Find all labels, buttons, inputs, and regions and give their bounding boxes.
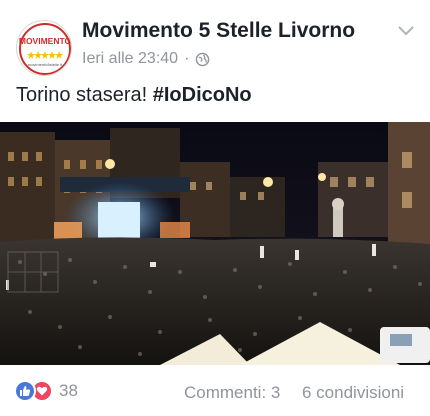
chevron-down-icon[interactable] (396, 24, 416, 38)
like-icon (14, 380, 36, 402)
m5s-logo: MOVIMENTO movimento5stelle.it (18, 22, 72, 75)
shares-count-link[interactable]: 6 condivisioni (302, 383, 404, 403)
page-name[interactable]: Movimento 5 Stelle Livorno (82, 19, 355, 43)
reactions-count: 38 (59, 381, 78, 400)
post-footer: 38 Commenti: 3 6 condivisioni (0, 372, 430, 412)
meta-separator: · (184, 50, 190, 67)
comments-count-link[interactable]: Commenti: 3 (184, 383, 280, 403)
logo-word: MOVIMENTO (19, 36, 72, 46)
post-photo[interactable] (0, 122, 430, 365)
crowd-photo (0, 122, 430, 365)
post-text: Torino stasera! #IoDicoNo (16, 84, 252, 107)
logo-url: movimento5stelle.it (28, 62, 63, 67)
reactions-summary[interactable]: 38 (14, 380, 78, 402)
post-timestamp[interactable]: Ieri alle 23:40 (82, 50, 178, 68)
post-meta: Ieri alle 23:40 · (82, 50, 210, 68)
globe-icon (196, 52, 210, 66)
post-text-body: Torino stasera! (16, 84, 153, 106)
page-avatar[interactable]: MOVIMENTO movimento5stelle.it (16, 20, 72, 76)
post-header: MOVIMENTO movimento5stelle.it Movimento … (0, 0, 430, 82)
hashtag-link[interactable]: #IoDicoNo (153, 84, 252, 106)
